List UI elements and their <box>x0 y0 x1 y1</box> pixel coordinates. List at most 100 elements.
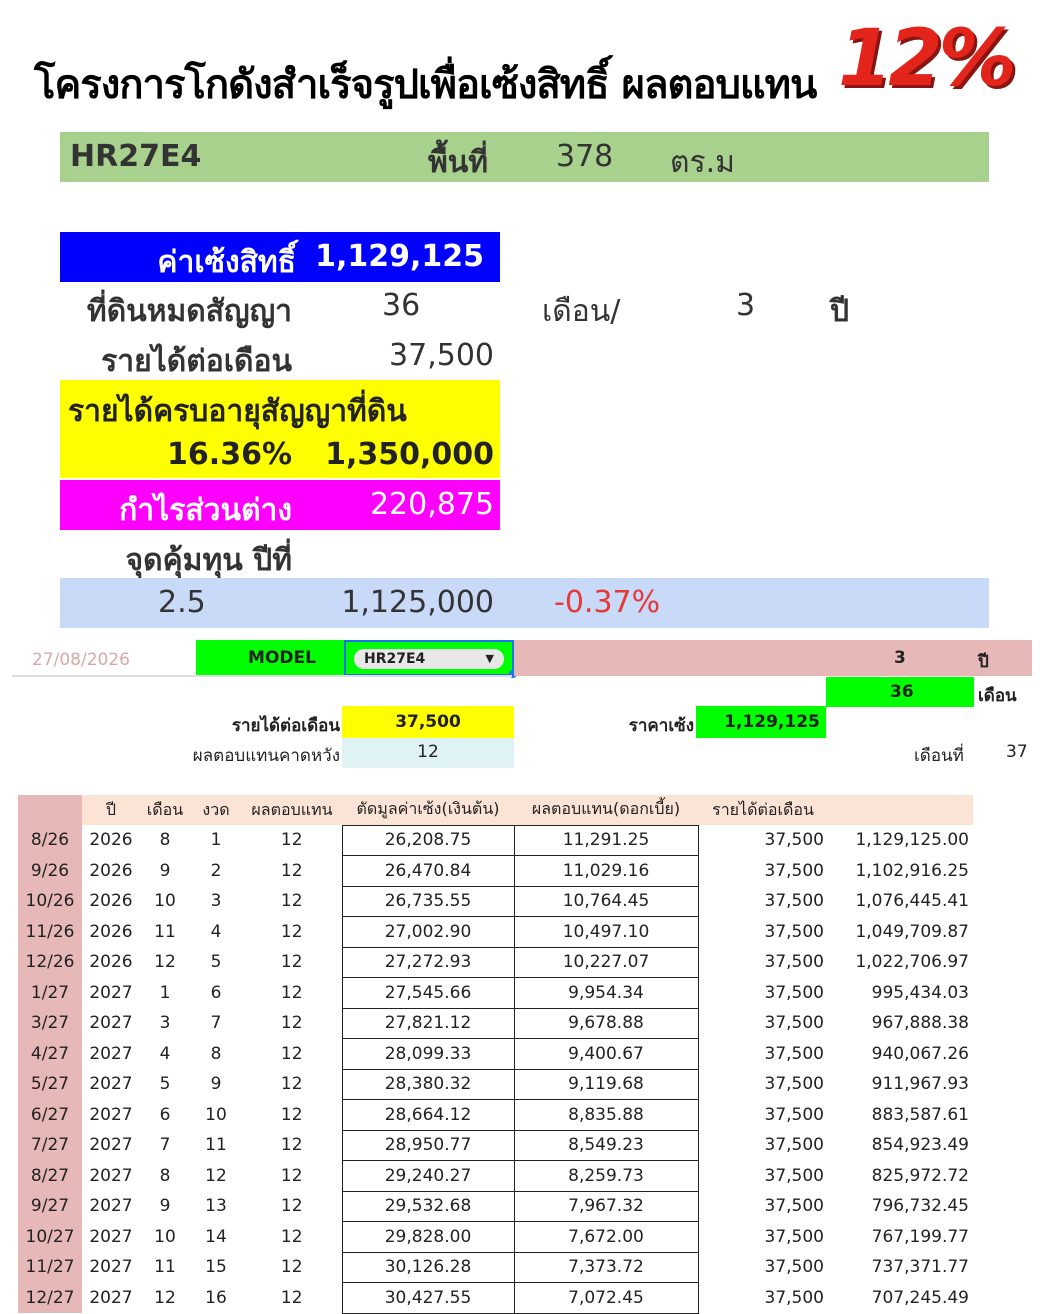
cell-interest[interactable]: 8,549.23 <box>513 1129 699 1161</box>
cell-balance[interactable]: 883,587.61 <box>828 1100 973 1131</box>
cell-balance[interactable]: 911,967.93 <box>828 1069 973 1100</box>
cell-interest[interactable]: 11,029.16 <box>513 855 699 887</box>
cell-return-rate[interactable]: 12 <box>242 1191 342 1222</box>
cell-interest[interactable]: 9,954.34 <box>513 977 699 1009</box>
cell-interest[interactable]: 7,373.72 <box>513 1251 699 1283</box>
cell-interest[interactable]: 10,227.07 <box>513 946 699 978</box>
cell-principal[interactable]: 28,664.12 <box>341 1099 515 1131</box>
cell-installment[interactable]: 11 <box>190 1130 242 1161</box>
sheet-monthly-cell[interactable]: 37,500 <box>342 706 514 738</box>
cell-year[interactable]: 2027 <box>82 1039 140 1070</box>
cell-year[interactable]: 2026 <box>82 856 140 887</box>
cell-year[interactable]: 2027 <box>82 978 140 1009</box>
cell-return-rate[interactable]: 12 <box>242 917 342 948</box>
cell-monthly-income[interactable]: 37,500 <box>698 917 828 948</box>
cell-interest[interactable]: 10,764.45 <box>513 885 699 917</box>
cell-month-label[interactable]: 9/27 <box>18 1191 82 1222</box>
cell-balance[interactable]: 1,076,445.41 <box>828 886 973 917</box>
cell-interest[interactable]: 9,400.67 <box>513 1038 699 1070</box>
cell-interest[interactable]: 7,967.32 <box>513 1190 699 1222</box>
cell-principal[interactable]: 27,545.66 <box>341 977 515 1009</box>
cell-balance[interactable]: 737,371.77 <box>828 1252 973 1283</box>
cell-month[interactable]: 9 <box>140 856 190 887</box>
cell-month[interactable]: 4 <box>140 1039 190 1070</box>
cell-installment[interactable]: 4 <box>190 917 242 948</box>
cell-monthly-income[interactable]: 37,500 <box>698 1100 828 1131</box>
cell-installment[interactable]: 2 <box>190 856 242 887</box>
cell-principal[interactable]: 27,272.93 <box>341 946 515 978</box>
cell-monthly-income[interactable]: 37,500 <box>698 947 828 978</box>
cell-principal[interactable]: 29,532.68 <box>341 1190 515 1222</box>
cell-installment[interactable]: 15 <box>190 1252 242 1283</box>
cell-installment[interactable]: 14 <box>190 1222 242 1253</box>
cell-principal[interactable]: 27,821.12 <box>341 1007 515 1039</box>
cell-return-rate[interactable]: 12 <box>242 1008 342 1039</box>
cell-principal[interactable]: 26,208.75 <box>341 824 515 856</box>
cell-month-label[interactable]: 11/27 <box>18 1252 82 1283</box>
cell-year[interactable]: 2027 <box>82 1252 140 1283</box>
cell-year[interactable]: 2027 <box>82 1161 140 1192</box>
cell-balance[interactable]: 854,923.49 <box>828 1130 973 1161</box>
cell-installment[interactable]: 5 <box>190 947 242 978</box>
cell-interest[interactable]: 9,119.68 <box>513 1068 699 1100</box>
cell-interest[interactable]: 11,291.25 <box>513 824 699 856</box>
cell-year[interactable]: 2027 <box>82 1008 140 1039</box>
cell-principal[interactable]: 26,470.84 <box>341 855 515 887</box>
cell-installment[interactable]: 9 <box>190 1069 242 1100</box>
cell-principal[interactable]: 27,002.90 <box>341 916 515 948</box>
model-dropdown-value[interactable]: HR27E4 ▼ <box>354 649 504 669</box>
cell-return-rate[interactable]: 12 <box>242 825 342 856</box>
cell-monthly-income[interactable]: 37,500 <box>698 1039 828 1070</box>
cell-month[interactable]: 11 <box>140 917 190 948</box>
cell-month-label[interactable]: 1/27 <box>18 977 82 1008</box>
cell-principal[interactable]: 28,099.33 <box>341 1038 515 1070</box>
cell-balance[interactable]: 1,022,706.97 <box>828 947 973 978</box>
cell-monthly-income[interactable]: 37,500 <box>698 856 828 887</box>
cell-monthly-income[interactable]: 37,500 <box>698 1191 828 1222</box>
cell-principal[interactable]: 28,380.32 <box>341 1068 515 1100</box>
cell-return-rate[interactable]: 12 <box>242 886 342 917</box>
cell-month-label[interactable]: 7/27 <box>18 1130 82 1161</box>
cell-interest[interactable]: 8,259.73 <box>513 1160 699 1192</box>
cell-interest[interactable]: 7,672.00 <box>513 1221 699 1253</box>
cell-month[interactable]: 10 <box>140 1222 190 1253</box>
cell-balance[interactable]: 995,434.03 <box>828 978 973 1009</box>
cell-interest[interactable]: 10,497.10 <box>513 916 699 948</box>
cell-principal[interactable]: 29,240.27 <box>341 1160 515 1192</box>
cell-month-label[interactable]: 4/27 <box>18 1038 82 1069</box>
cell-balance[interactable]: 1,102,916.25 <box>828 856 973 887</box>
cell-month[interactable]: 12 <box>140 947 190 978</box>
cell-principal[interactable]: 26,735.55 <box>341 885 515 917</box>
cell-return-rate[interactable]: 12 <box>242 856 342 887</box>
cell-month-label[interactable]: 10/27 <box>18 1221 82 1252</box>
cell-year[interactable]: 2027 <box>82 1069 140 1100</box>
cell-return-rate[interactable]: 12 <box>242 978 342 1009</box>
cell-balance[interactable]: 1,129,125.00 <box>828 825 973 856</box>
cell-year[interactable]: 2026 <box>82 917 140 948</box>
cell-month[interactable]: 6 <box>140 1100 190 1131</box>
cell-monthly-income[interactable]: 37,500 <box>698 825 828 856</box>
cell-return-rate[interactable]: 12 <box>242 947 342 978</box>
cell-year[interactable]: 2027 <box>82 1130 140 1161</box>
cell-installment[interactable]: 13 <box>190 1191 242 1222</box>
cell-balance[interactable]: 767,199.77 <box>828 1222 973 1253</box>
cell-installment[interactable]: 3 <box>190 886 242 917</box>
price-cell[interactable]: 1,129,125 <box>696 706 826 738</box>
cell-month[interactable]: 3 <box>140 1008 190 1039</box>
cell-return-rate[interactable]: 12 <box>242 1222 342 1253</box>
cell-monthly-income[interactable]: 37,500 <box>698 1130 828 1161</box>
cell-month[interactable]: 8 <box>140 825 190 856</box>
cell-return-rate[interactable]: 12 <box>242 1069 342 1100</box>
cell-month-label[interactable]: 5/27 <box>18 1069 82 1100</box>
cell-year[interactable]: 2026 <box>82 947 140 978</box>
cell-installment[interactable]: 12 <box>190 1161 242 1192</box>
cell-principal[interactable]: 28,950.77 <box>341 1129 515 1161</box>
cell-return-rate[interactable]: 12 <box>242 1130 342 1161</box>
cell-monthly-income[interactable]: 37,500 <box>698 1222 828 1253</box>
cell-month[interactable]: 9 <box>140 1191 190 1222</box>
cell-principal[interactable]: 29,828.00 <box>341 1221 515 1253</box>
cell-balance[interactable]: 967,888.38 <box>828 1008 973 1039</box>
cell-month-label[interactable]: 10/26 <box>18 886 82 917</box>
cell-balance[interactable]: 1,049,709.87 <box>828 917 973 948</box>
cell-monthly-income[interactable]: 37,500 <box>698 1008 828 1039</box>
